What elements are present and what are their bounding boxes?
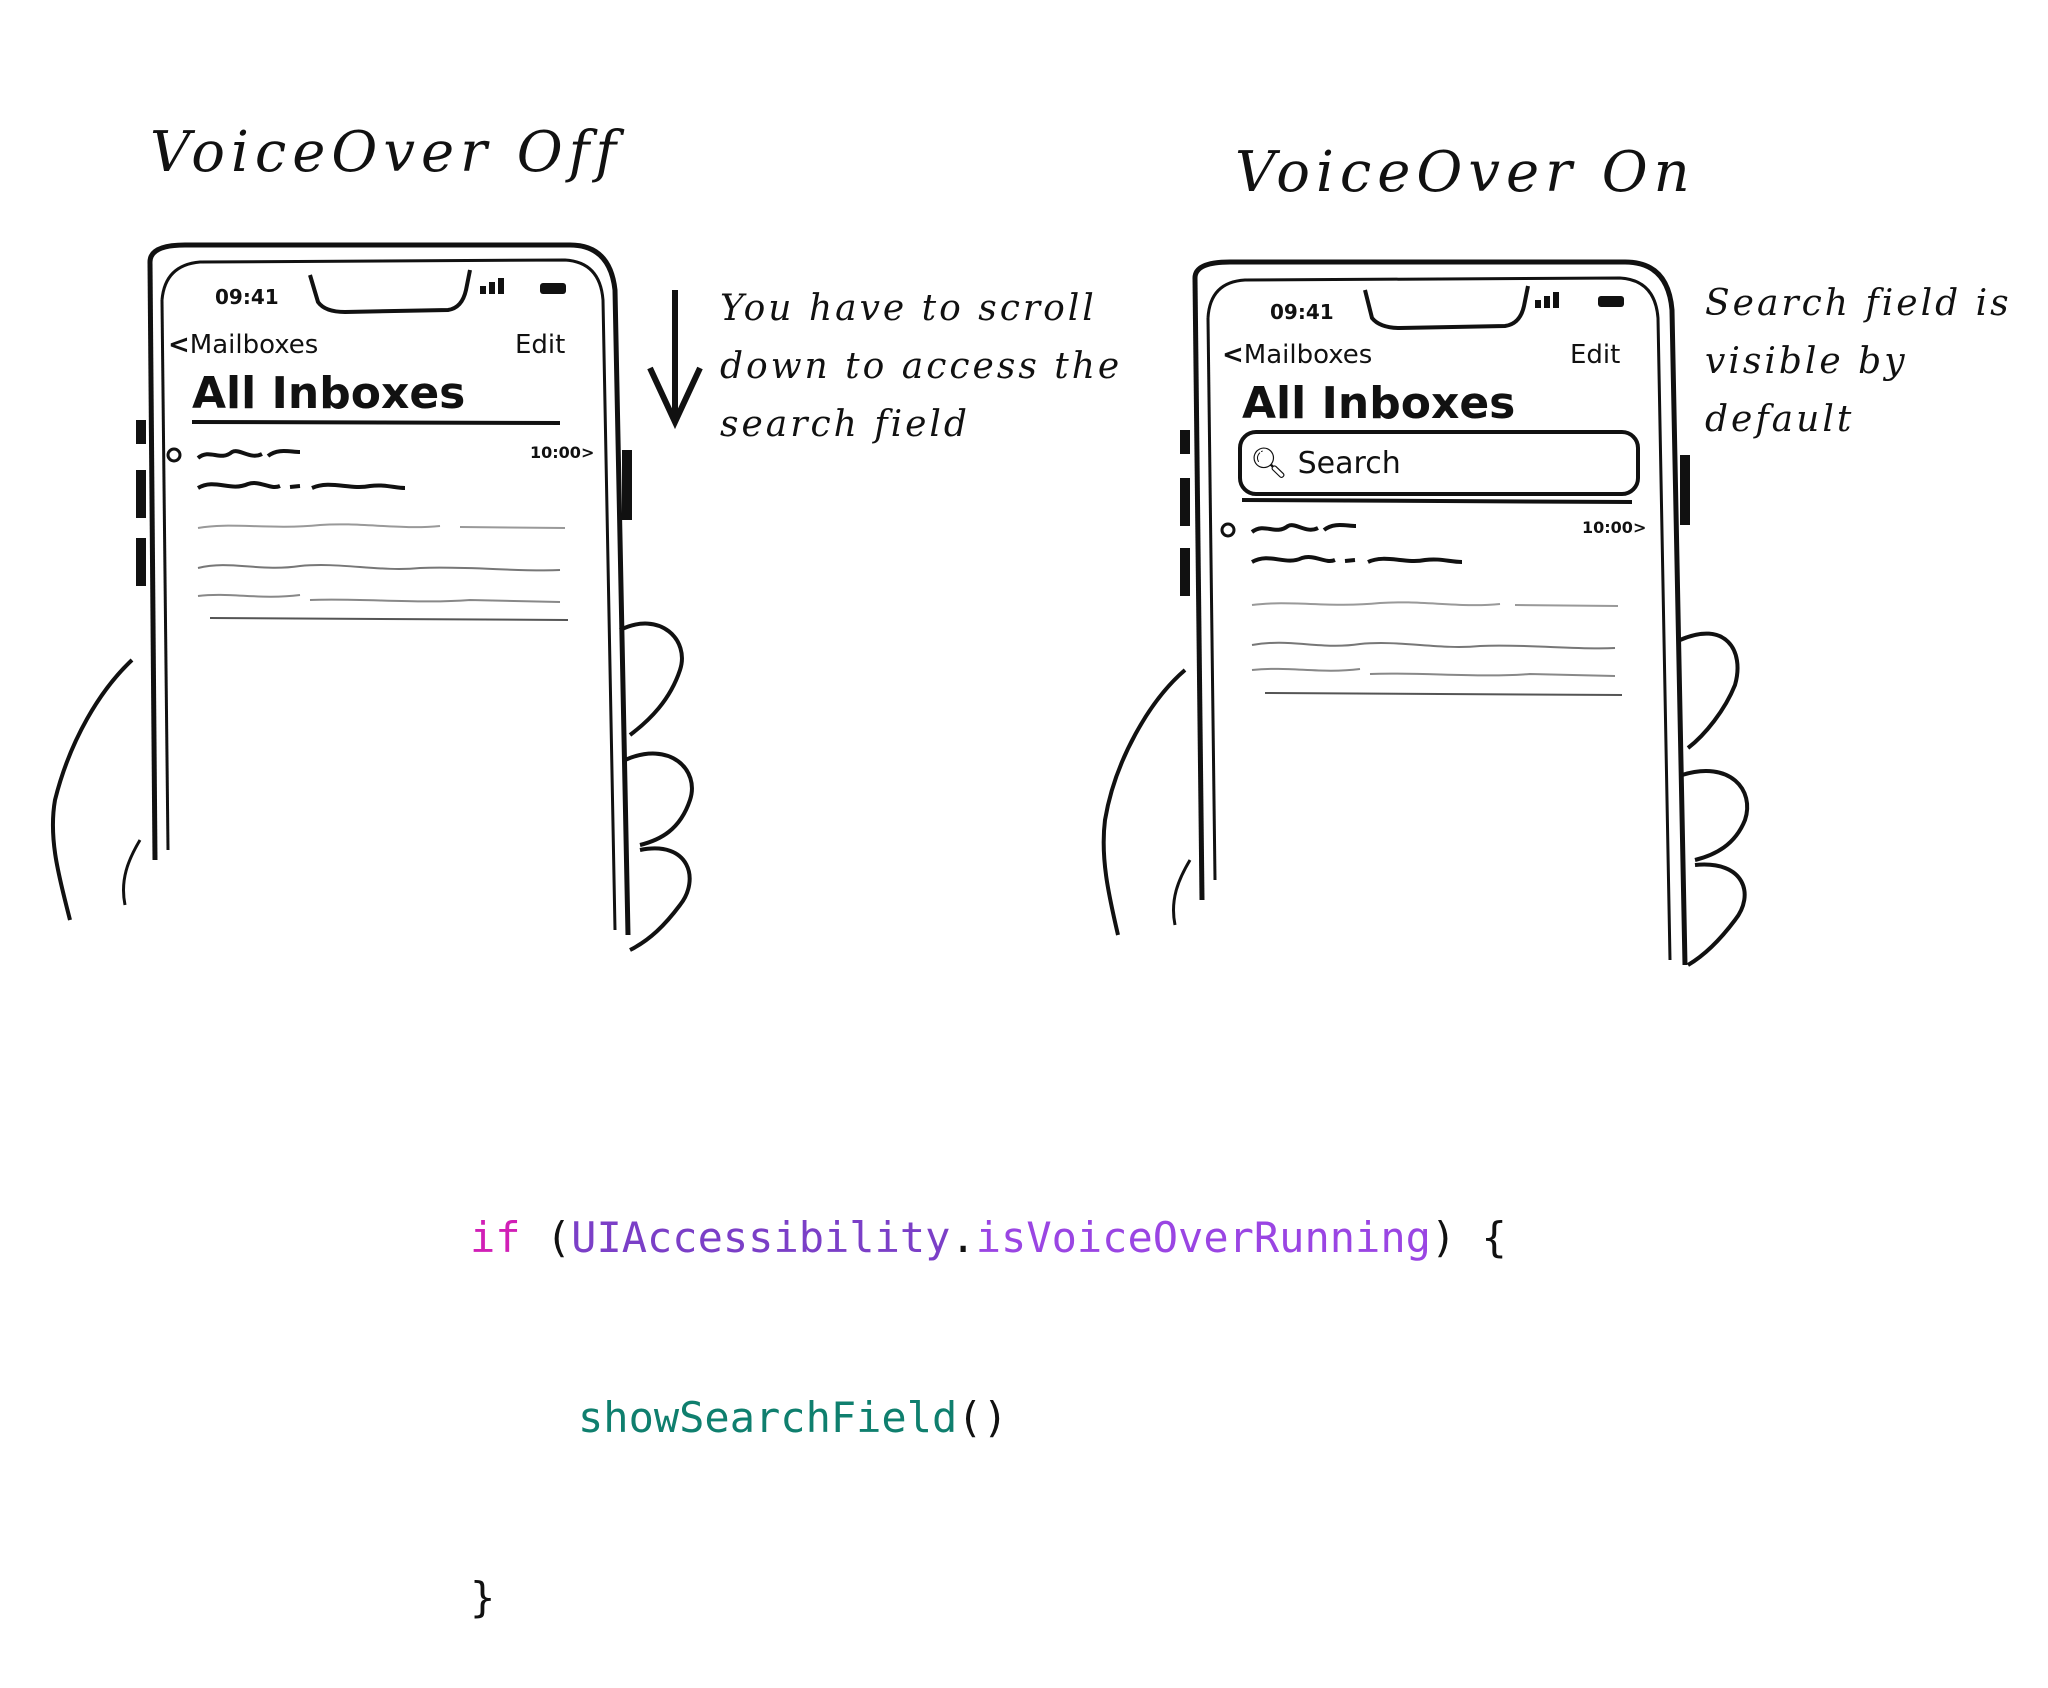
code-snippet: if (UIAccessibility.isVoiceOverRunning) …	[470, 1088, 1507, 1688]
right-note-line-1: Search field is	[1705, 283, 2012, 324]
right-note-line-3: default	[1705, 399, 1855, 440]
chevron-left-icon: <	[1222, 340, 1244, 370]
code-dot: .	[950, 1213, 976, 1262]
search-icon: 🔍︎	[1250, 446, 1289, 481]
code-function-call: showSearchField	[578, 1393, 958, 1442]
code-line-2: showSearchField()	[470, 1388, 1507, 1448]
search-placeholder: Search	[1297, 446, 1401, 481]
code-close-brace-open: ) {	[1430, 1213, 1507, 1262]
chevron-right-icon: >	[1632, 518, 1647, 537]
right-page-title: All Inboxes	[1242, 378, 1516, 429]
code-call-parens: ()	[957, 1393, 1008, 1442]
right-status-time: 09:41	[1270, 300, 1334, 324]
back-label: Mailboxes	[1243, 340, 1373, 370]
right-edit-button[interactable]: Edit	[1570, 340, 1620, 370]
search-field[interactable]: 🔍︎ Search	[1250, 442, 1630, 486]
row-time-text: 10:00	[1582, 518, 1633, 537]
right-note: Search field is visible by default	[1705, 275, 2012, 449]
code-keyword-if: if	[470, 1213, 521, 1262]
code-property: isVoiceOverRunning	[975, 1213, 1431, 1262]
right-row-time: 10:00>	[1582, 518, 1646, 537]
right-back-button[interactable]: <Mailboxes	[1222, 340, 1372, 370]
code-open-paren: (	[520, 1213, 572, 1262]
code-line-1: if (UIAccessibility.isVoiceOverRunning) …	[470, 1208, 1507, 1268]
code-line-3: }	[470, 1573, 496, 1622]
code-object: UIAccessibility	[571, 1213, 951, 1262]
right-note-line-2: visible by	[1705, 341, 1908, 382]
